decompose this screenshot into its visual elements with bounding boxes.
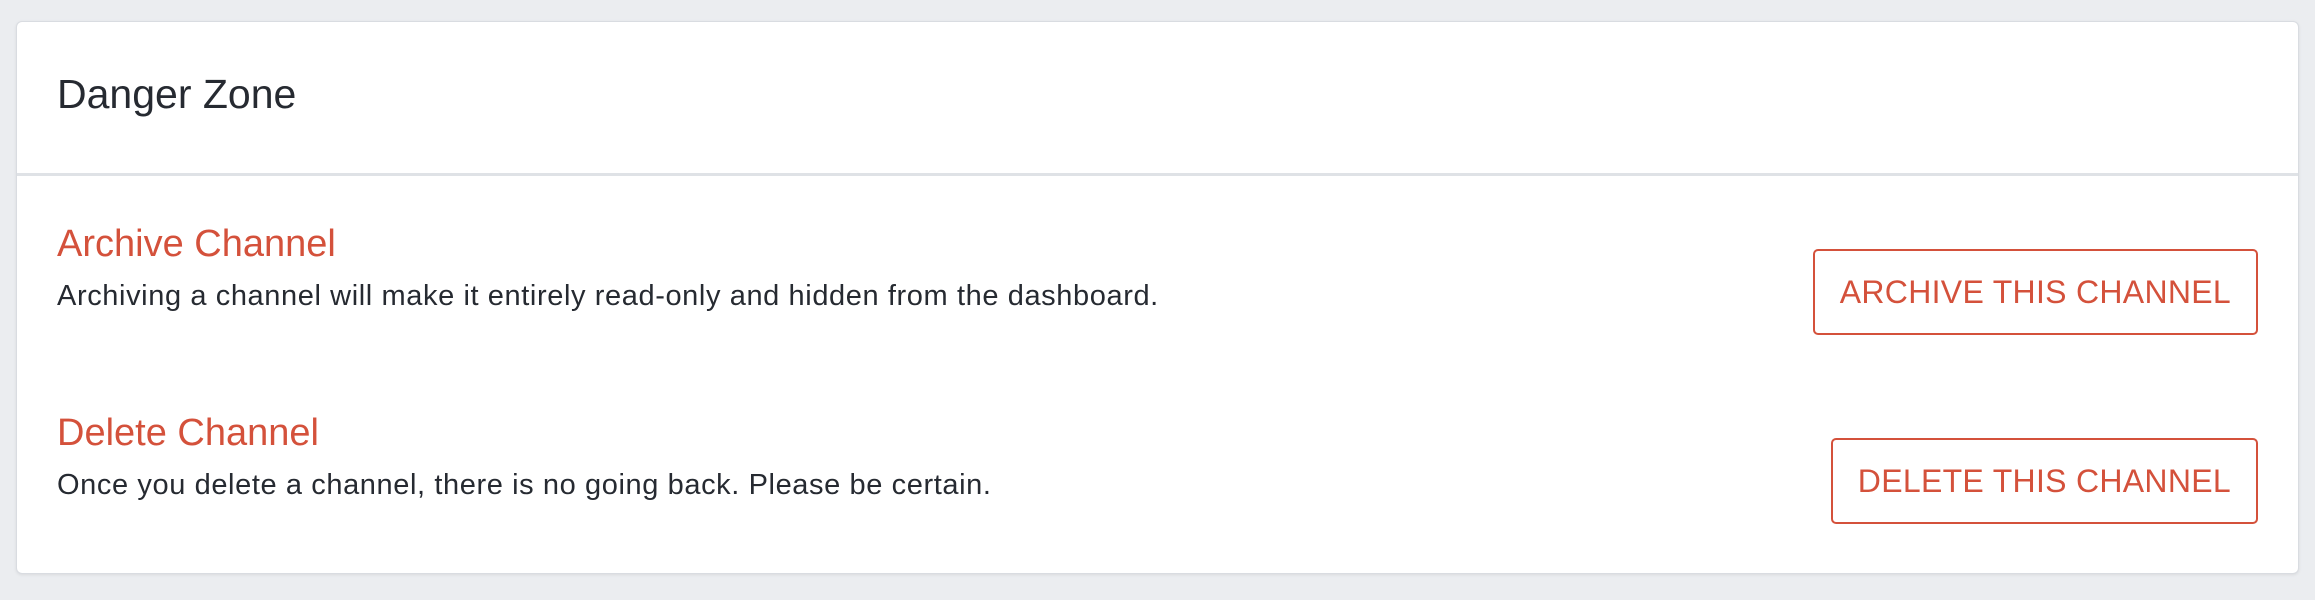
delete-channel-section: Delete Channel Once you delete a channel…	[57, 411, 2258, 524]
archive-channel-button[interactable]: ARCHIVE THIS CHANNEL	[1812, 249, 2258, 335]
card-header: Danger Zone	[17, 22, 2298, 176]
page-title: Danger Zone	[57, 71, 297, 117]
danger-zone-card: Danger Zone Archive Channel Archiving a …	[16, 21, 2299, 574]
delete-channel-button[interactable]: DELETE THIS CHANNEL	[1830, 438, 2258, 524]
archive-channel-section: Archive Channel Archiving a channel will…	[57, 222, 2258, 335]
